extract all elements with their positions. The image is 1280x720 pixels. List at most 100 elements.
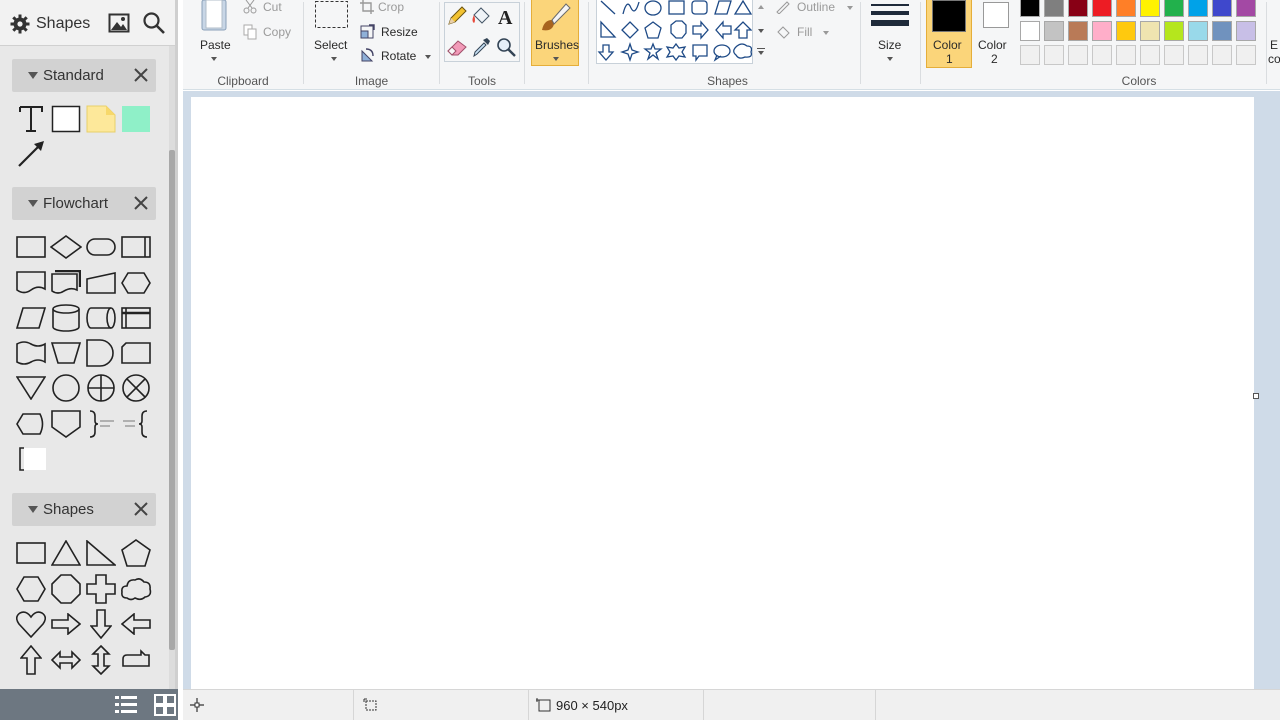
hexagon-icon[interactable] bbox=[14, 572, 48, 606]
color-swatch[interactable] bbox=[1044, 21, 1064, 41]
arrow-left-right-icon[interactable] bbox=[49, 643, 83, 677]
cut-button[interactable]: Cut bbox=[241, 0, 301, 16]
chevron-down-icon[interactable] bbox=[758, 29, 764, 33]
or-icon[interactable] bbox=[84, 371, 118, 405]
copy-button[interactable]: Copy bbox=[241, 22, 301, 40]
color-swatch[interactable] bbox=[1068, 0, 1088, 17]
predefined-process-icon[interactable] bbox=[119, 230, 153, 264]
close-icon[interactable] bbox=[133, 195, 149, 211]
size-button[interactable]: Size bbox=[867, 0, 913, 68]
fill-button[interactable]: Fill bbox=[775, 22, 845, 40]
color-swatch[interactable] bbox=[1140, 45, 1160, 65]
color-swatch[interactable] bbox=[1212, 0, 1232, 17]
magnifier-icon[interactable] bbox=[495, 36, 517, 58]
off-page-connector-icon[interactable] bbox=[49, 407, 83, 441]
color-swatch[interactable] bbox=[1236, 45, 1256, 65]
direct-data-icon[interactable] bbox=[84, 301, 118, 335]
color-swatch[interactable] bbox=[1164, 0, 1184, 17]
color-swatch[interactable] bbox=[1044, 45, 1064, 65]
rectangle-icon[interactable] bbox=[49, 102, 83, 136]
right-triangle-icon[interactable] bbox=[84, 536, 118, 570]
merge-icon[interactable] bbox=[14, 371, 48, 405]
pentagon-icon[interactable] bbox=[119, 536, 153, 570]
edit-colors-button[interactable]: E co bbox=[1268, 0, 1280, 68]
canvas-resize-handle[interactable] bbox=[1253, 393, 1259, 399]
resize-button[interactable]: Resize bbox=[360, 22, 430, 40]
preparation-icon[interactable] bbox=[119, 266, 153, 300]
search-icon[interactable] bbox=[142, 11, 166, 35]
color-swatch[interactable] bbox=[1068, 21, 1088, 41]
delay-icon[interactable] bbox=[84, 336, 118, 370]
color-swatch[interactable] bbox=[1236, 21, 1256, 41]
expand-gallery-icon[interactable] bbox=[758, 51, 764, 55]
rectangle-icon[interactable] bbox=[14, 536, 48, 570]
database-icon[interactable] bbox=[49, 301, 83, 335]
data-icon[interactable] bbox=[14, 301, 48, 335]
bracket-annotation-icon[interactable] bbox=[14, 442, 48, 476]
brace-left-annotation-icon[interactable] bbox=[84, 407, 118, 441]
color-swatch[interactable] bbox=[1092, 45, 1112, 65]
color-swatch[interactable] bbox=[1020, 21, 1040, 41]
colored-rectangle-icon[interactable] bbox=[119, 102, 153, 136]
color-swatch[interactable] bbox=[1188, 45, 1208, 65]
pencil-icon[interactable] bbox=[446, 5, 468, 27]
color-swatch[interactable] bbox=[1164, 21, 1184, 41]
card-icon[interactable] bbox=[119, 336, 153, 370]
manual-operation-icon[interactable] bbox=[49, 336, 83, 370]
color-swatch[interactable] bbox=[1116, 0, 1136, 17]
shapes-gallery-scroll[interactable] bbox=[752, 0, 768, 64]
rotate-button[interactable]: Rotate bbox=[360, 46, 438, 64]
display-icon[interactable] bbox=[14, 407, 48, 441]
color-swatch[interactable] bbox=[1236, 0, 1256, 17]
color1-button[interactable]: Color 1 bbox=[926, 0, 972, 68]
chevron-up-icon[interactable] bbox=[758, 5, 764, 9]
color-swatch[interactable] bbox=[1188, 0, 1208, 17]
cloud-icon[interactable] bbox=[119, 572, 153, 606]
summing-junction-icon[interactable] bbox=[119, 371, 153, 405]
color-swatch[interactable] bbox=[1212, 45, 1232, 65]
outline-button[interactable]: Outline bbox=[775, 0, 859, 16]
internal-storage-icon[interactable] bbox=[119, 301, 153, 335]
color-swatch[interactable] bbox=[1068, 45, 1088, 65]
connector-icon[interactable] bbox=[49, 371, 83, 405]
grid-view-icon[interactable] bbox=[154, 694, 176, 716]
text-a-icon[interactable]: A bbox=[495, 5, 517, 27]
fill-bucket-icon[interactable] bbox=[470, 5, 492, 27]
terminator-icon[interactable] bbox=[84, 230, 118, 264]
text-tool-icon[interactable] bbox=[14, 102, 48, 136]
eraser-icon[interactable] bbox=[446, 36, 468, 58]
color-picker-icon[interactable] bbox=[470, 36, 492, 58]
color-swatch[interactable] bbox=[1140, 0, 1160, 17]
process-icon[interactable] bbox=[14, 230, 48, 264]
cross-icon[interactable] bbox=[84, 572, 118, 606]
color-swatch[interactable] bbox=[1020, 0, 1040, 17]
color-swatch[interactable] bbox=[1116, 45, 1136, 65]
punched-tape-icon[interactable] bbox=[14, 336, 48, 370]
color-swatch[interactable] bbox=[1092, 0, 1112, 17]
arrow-up-down-icon[interactable] bbox=[84, 643, 118, 677]
arrow-up-icon[interactable] bbox=[14, 643, 48, 677]
paste-button[interactable]: Paste bbox=[189, 0, 239, 68]
drawing-canvas[interactable] bbox=[191, 97, 1254, 689]
select-button[interactable]: Select bbox=[310, 0, 350, 68]
color-swatch[interactable] bbox=[1164, 45, 1184, 65]
decision-icon[interactable] bbox=[49, 230, 83, 264]
color-swatch[interactable] bbox=[1116, 21, 1136, 41]
manual-input-icon[interactable] bbox=[84, 266, 118, 300]
group-header-standard[interactable]: Standard bbox=[12, 59, 156, 92]
color-swatch[interactable] bbox=[1140, 21, 1160, 41]
arrow-left-icon[interactable] bbox=[119, 607, 153, 641]
callout-icon[interactable] bbox=[119, 643, 153, 677]
close-icon[interactable] bbox=[133, 67, 149, 83]
color-swatch[interactable] bbox=[1044, 0, 1064, 17]
group-header-shapes[interactable]: Shapes bbox=[12, 493, 156, 526]
color-swatch[interactable] bbox=[1212, 21, 1232, 41]
triangle-icon[interactable] bbox=[49, 536, 83, 570]
arrow-line-icon[interactable] bbox=[14, 137, 48, 171]
color-swatch[interactable] bbox=[1092, 21, 1112, 41]
color-swatch[interactable] bbox=[1020, 45, 1040, 65]
arrow-down-icon[interactable] bbox=[84, 607, 118, 641]
octagon-icon[interactable] bbox=[49, 572, 83, 606]
crop-button[interactable]: Crop bbox=[360, 0, 430, 16]
gear-icon[interactable] bbox=[10, 14, 30, 34]
